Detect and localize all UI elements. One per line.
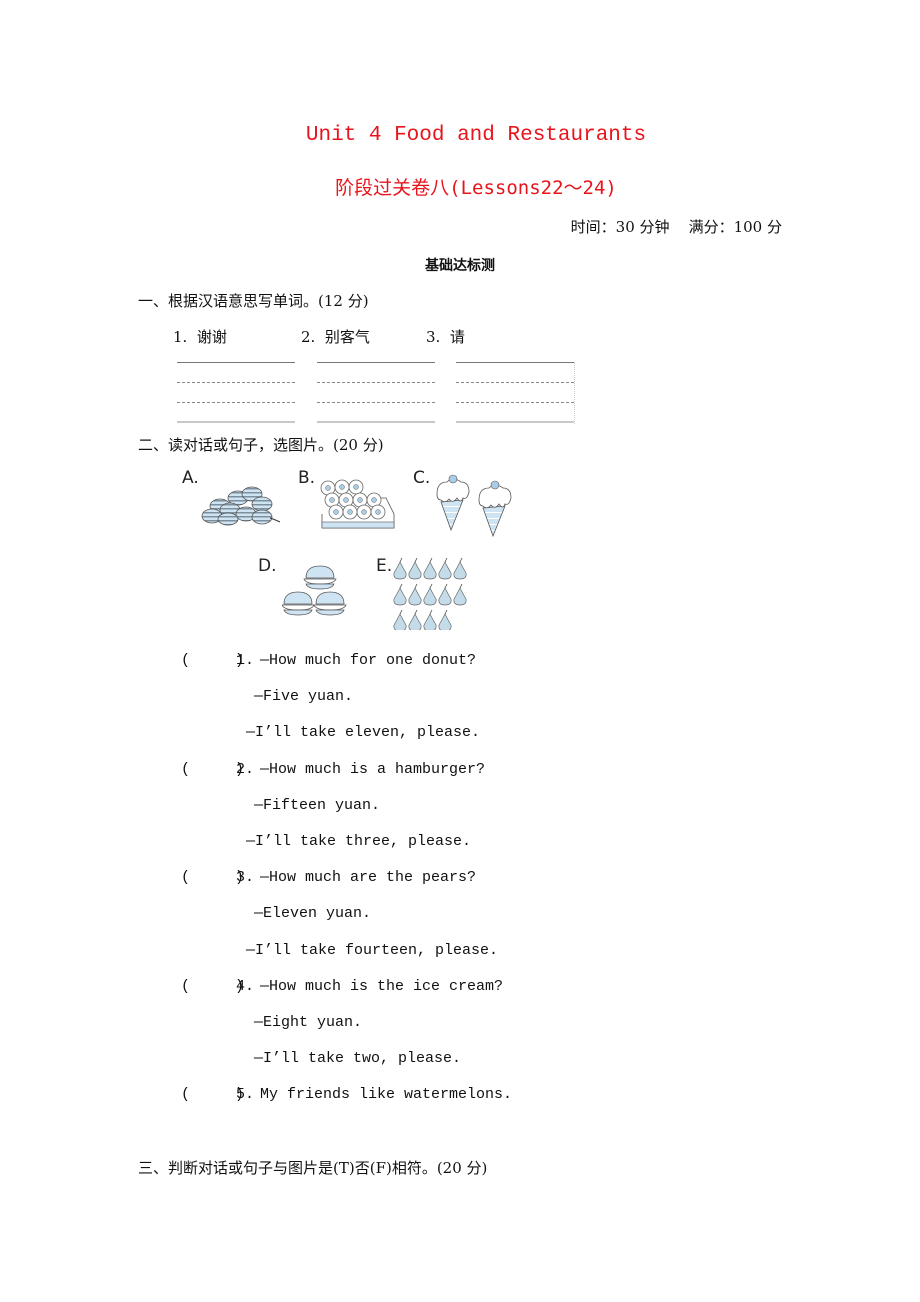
pear [453, 557, 467, 580]
answer-blank[interactable]: ( ) [181, 1086, 244, 1103]
section-2-title: 二、读对话或句子，选图片。(20 分) [138, 436, 384, 454]
exam-meta: 时间：30 分钟 满分：100 分 [571, 216, 782, 237]
document-title: Unit 4 Food and Restaurants [305, 124, 647, 147]
document-subtitle: 阶段过关卷八(Lessons22～24) [335, 177, 617, 199]
question-number: 5. [236, 1086, 255, 1104]
section-heading: 基础达标测 [425, 258, 495, 274]
word-item-text: 请 [449, 328, 465, 346]
question-text: My friends like watermelons. [260, 1086, 513, 1104]
question-number: 2. [236, 760, 255, 778]
dialogue-line: —I’ll take fourteen, please. [246, 941, 499, 959]
word-item-text: 别客气 [324, 328, 370, 346]
picture-label-a: A. [182, 468, 199, 488]
ice-creams-image [436, 474, 512, 538]
answer-blank[interactable]: ( ) [181, 652, 244, 669]
dialogue-line: —I’ll take eleven, please. [246, 724, 481, 742]
pear [423, 609, 437, 630]
question-text: —How much is the ice cream? [260, 977, 504, 995]
section-1-title: 一、根据汉语意思写单词。(12 分) [138, 292, 369, 310]
pear [393, 609, 407, 630]
time-limit: 时间：30 分钟 [570, 218, 670, 236]
section-3-title: 三、判断对话或句子与图片是(T)否(F)相符。(20 分) [138, 1159, 488, 1177]
pear [423, 583, 437, 606]
question-number: 1. [236, 652, 255, 669]
writing-lines-3[interactable] [456, 362, 575, 424]
pear [438, 609, 452, 630]
answer-blank[interactable]: ( ) [181, 761, 244, 778]
full-score: 满分：100 分 [688, 218, 782, 236]
word-item-1: 1. 谢谢 [173, 326, 227, 347]
picture-label-d: D. [258, 556, 277, 576]
pear [408, 609, 422, 630]
word-item-2: 2. 别客气 [301, 326, 370, 347]
question-text: —How much is a hamburger? [260, 760, 486, 778]
answer-blank[interactable]: ( ) [181, 978, 244, 995]
word-item-number: 1. [173, 328, 188, 346]
picture-label-b: B. [298, 468, 316, 488]
hamburgers-image [282, 565, 347, 616]
dialogue-line: —Fifteen yuan. [254, 796, 381, 814]
question-number: 4. [236, 977, 255, 995]
dialogue-line: —I’ll take three, please. [246, 833, 472, 850]
word-item-number: 3. [426, 328, 441, 346]
pear [438, 583, 452, 606]
pear [408, 583, 422, 606]
word-item-3: 3. 请 [426, 326, 465, 347]
writing-lines-1[interactable] [177, 362, 295, 424]
question-number: 3. [236, 869, 255, 887]
dialogue-line: —Five yuan. [254, 688, 354, 706]
watermelons-image [201, 486, 281, 526]
picture-label-c: C. [413, 468, 431, 488]
picture-label-e: E. [376, 556, 393, 576]
pear [438, 557, 452, 580]
pear [393, 557, 407, 580]
question-text: —How much are the pears? [260, 869, 477, 887]
writing-lines-2[interactable] [317, 362, 435, 424]
question-text: —How much for one donut? [260, 652, 477, 669]
pear [408, 557, 422, 580]
pear [393, 583, 407, 606]
dialogue-line: —I’ll take two, please. [254, 1050, 462, 1068]
dialogue-line: —Eleven yuan. [254, 905, 372, 923]
donuts-image [320, 479, 395, 529]
pears-image [393, 557, 467, 630]
pear [423, 557, 437, 580]
word-item-number: 2. [301, 328, 316, 346]
word-item-text: 谢谢 [196, 328, 227, 346]
dialogue-line: —Eight yuan. [254, 1014, 363, 1031]
answer-blank[interactable]: ( ) [181, 869, 244, 886]
pear [453, 583, 467, 606]
